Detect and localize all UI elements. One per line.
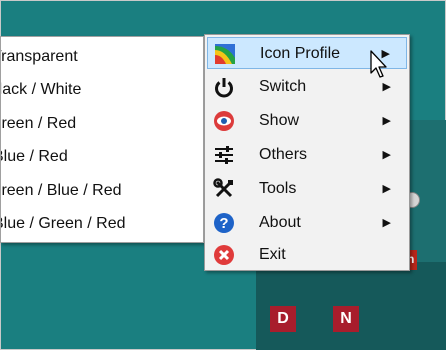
rainbow-icon	[215, 44, 235, 64]
menu-item-tools[interactable]: Tools ▶	[207, 173, 407, 205]
menu-item-label: Switch	[259, 78, 307, 95]
submenu-arrow-icon: ▶	[382, 183, 391, 195]
power-icon	[215, 78, 233, 98]
submenu-item-green-red[interactable]: Green / Red	[1, 108, 203, 140]
mouse-cursor-icon	[370, 50, 387, 78]
submenu-item-green-blue-red[interactable]: Green / Blue / Red	[1, 175, 203, 207]
menu-item-label: Tools	[259, 180, 297, 197]
tray-tile-d[interactable]: D	[270, 306, 296, 332]
menu-item-label: Exit	[259, 246, 286, 263]
sliders-icon	[215, 146, 233, 164]
submenu-arrow-icon: ▶	[382, 115, 391, 127]
menu-item-others[interactable]: Others ▶	[207, 139, 407, 171]
menu-item-show[interactable]: Show ▶	[207, 105, 407, 137]
eye-icon	[214, 111, 234, 131]
menu-item-label: About	[259, 214, 301, 231]
menu-item-label: Show	[259, 112, 300, 129]
menu-item-exit[interactable]: Exit	[207, 239, 407, 271]
menu-item-about[interactable]: ? About ▶	[207, 207, 407, 239]
submenu-item-blue-green-red[interactable]: Blue / Green / Red	[1, 208, 203, 240]
submenu-item-black-white[interactable]: Black / White	[1, 74, 203, 106]
submenu-arrow-icon: ▶	[382, 149, 391, 161]
tray-tile-n[interactable]: N	[333, 306, 359, 332]
menu-item-label: Icon Profile	[260, 45, 341, 62]
icon-profile-submenu: Transparent Black / White Green / Red Bl…	[0, 36, 204, 243]
submenu-item-transparent[interactable]: Transparent	[1, 41, 203, 73]
submenu-item-blue-red[interactable]: Blue / Red	[1, 141, 203, 173]
menu-item-label: Others	[259, 146, 308, 163]
exit-icon	[214, 245, 234, 265]
svg-text:?: ?	[219, 215, 228, 232]
help-icon: ?	[214, 213, 234, 233]
tools-icon	[213, 178, 233, 198]
submenu-arrow-icon: ▶	[382, 217, 391, 229]
